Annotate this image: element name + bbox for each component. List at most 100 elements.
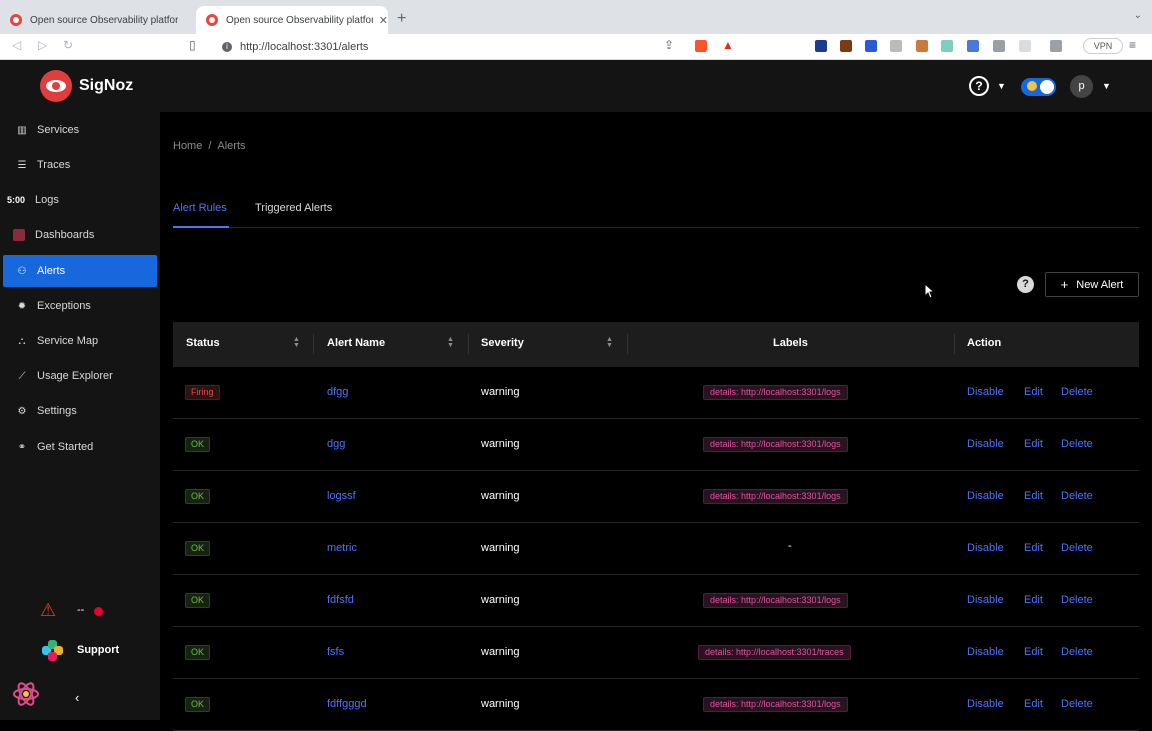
reload-icon[interactable]: ↻ — [63, 38, 73, 52]
edit-button[interactable]: Edit — [1024, 594, 1043, 606]
extension-icon[interactable] — [815, 40, 827, 52]
delete-button[interactable]: Delete — [1061, 490, 1093, 502]
brave-shield-icon[interactable] — [695, 40, 707, 52]
info-icon[interactable]: i — [222, 42, 232, 52]
sidebar-item-logs[interactable]: 5:00 Logs — [3, 184, 157, 216]
sort-icon[interactable]: ▲ ▼ — [447, 336, 454, 349]
sidebar-item-usage-explorer[interactable]: ⟋ Usage Explorer — [3, 360, 157, 392]
delete-button[interactable]: Delete — [1061, 542, 1093, 554]
extension-icon[interactable] — [865, 40, 877, 52]
severity-value: warning — [481, 490, 520, 502]
puzzle-icon[interactable] — [993, 40, 1005, 52]
rewards-icon[interactable]: ▲ — [722, 38, 734, 52]
menu-icon[interactable]: ≡ — [1129, 38, 1136, 52]
disable-button[interactable]: Disable — [967, 490, 1004, 502]
breadcrumb-separator: / — [208, 140, 212, 152]
address-bar[interactable]: i http://localhost:3301/alerts — [212, 36, 742, 58]
sidebar-item-settings[interactable]: ⚙ Settings — [3, 395, 157, 427]
chevron-down-icon[interactable]: ▼ — [1102, 81, 1111, 91]
slack-icon[interactable] — [42, 640, 64, 662]
sidebar-item-services[interactable]: ▥ Services — [3, 114, 157, 146]
help-icon[interactable]: ? — [1017, 276, 1034, 293]
extension-icon[interactable] — [840, 40, 852, 52]
sidebar-item-label: Dashboards — [35, 229, 95, 241]
line-chart-icon: ⟋ — [18, 370, 26, 382]
edit-button[interactable]: Edit — [1024, 438, 1043, 450]
sidebar-item-alerts[interactable]: ⚇ Alerts — [3, 255, 157, 287]
sidebar-item-exceptions[interactable]: ✹ Exceptions — [3, 290, 157, 322]
collapse-sidebar-icon[interactable]: ‹ — [75, 690, 79, 705]
alert-name-link[interactable]: fsfs — [327, 646, 344, 658]
disable-button[interactable]: Disable — [967, 386, 1004, 398]
clock-icon: 5:00 — [7, 195, 26, 205]
tab-alert-rules[interactable]: Alert Rules — [173, 202, 227, 214]
alert-name-link[interactable]: dgg — [327, 438, 345, 450]
tab-title: Open source Observability platform — [226, 14, 373, 26]
sidebar-item-traces[interactable]: ☰ Traces — [3, 149, 157, 181]
translate-icon[interactable] — [967, 40, 979, 52]
sidebar-icon[interactable] — [1019, 40, 1031, 52]
disable-button[interactable]: Disable — [967, 542, 1004, 554]
sort-icon[interactable]: ▲ ▼ — [293, 336, 300, 349]
column-header-severity[interactable]: Severity — [481, 337, 524, 349]
edit-button[interactable]: Edit — [1024, 542, 1043, 554]
delete-button[interactable]: Delete — [1061, 594, 1093, 606]
edit-button[interactable]: Edit — [1024, 698, 1043, 710]
column-header-status[interactable]: Status — [186, 337, 220, 349]
breadcrumb-home[interactable]: Home — [173, 140, 202, 152]
sidebar-item-label: Traces — [37, 159, 71, 171]
delete-button[interactable]: Delete — [1061, 438, 1093, 450]
disable-button[interactable]: Disable — [967, 438, 1004, 450]
active-tab-indicator — [173, 226, 229, 228]
extension-icon[interactable] — [890, 40, 902, 52]
new-tab-icon[interactable]: + — [397, 10, 406, 28]
share-icon[interactable]: ⇪ — [664, 38, 674, 52]
label-tag: details: http://localhost:3301/logs — [703, 489, 848, 504]
edit-button[interactable]: Edit — [1024, 490, 1043, 502]
severity-value: warning — [481, 698, 520, 710]
wallet-icon[interactable] — [1050, 40, 1062, 52]
extension-icon[interactable] — [916, 40, 928, 52]
browser-tab-1[interactable]: Open source Observability platform — [0, 6, 190, 34]
chevron-down-icon[interactable]: ▼ — [997, 81, 1006, 91]
sidebar-item-get-started[interactable]: ⚭ Get Started — [3, 431, 157, 463]
chevron-down-icon[interactable]: ⌄ — [1134, 10, 1142, 21]
bookmark-icon[interactable]: ▯ — [189, 38, 196, 52]
theme-toggle[interactable] — [1021, 78, 1056, 96]
forward-icon[interactable]: ▷ — [38, 38, 47, 52]
warning-icon[interactable]: ⚠ — [40, 600, 56, 621]
brand-name[interactable]: SigNoz — [79, 77, 133, 95]
vpn-button[interactable]: VPN — [1083, 38, 1123, 54]
disable-button[interactable]: Disable — [967, 594, 1004, 606]
alert-name-link[interactable]: metric — [327, 542, 357, 554]
disable-button[interactable]: Disable — [967, 646, 1004, 658]
column-divider — [627, 334, 628, 354]
delete-button[interactable]: Delete — [1061, 386, 1093, 398]
severity-value: warning — [481, 438, 520, 450]
avatar[interactable]: p — [1070, 75, 1093, 98]
sidebar-item-service-map[interactable]: ⛬ Service Map — [3, 325, 157, 357]
new-alert-button[interactable]: + New Alert — [1045, 272, 1139, 297]
browser-tab-2[interactable]: Open source Observability platform ✕ — [196, 6, 388, 34]
sort-icon[interactable]: ▲ ▼ — [606, 336, 613, 349]
back-icon[interactable]: ◁ — [12, 38, 21, 52]
disable-button[interactable]: Disable — [967, 698, 1004, 710]
react-devtools-icon[interactable] — [12, 680, 40, 708]
edit-button[interactable]: Edit — [1024, 646, 1043, 658]
extension-icon[interactable] — [941, 40, 953, 52]
alert-name-link[interactable]: fdfsfd — [327, 594, 354, 606]
edit-button[interactable]: Edit — [1024, 386, 1043, 398]
support-link[interactable]: Support — [77, 644, 119, 656]
sidebar-item-dashboards[interactable]: Dashboards — [3, 219, 157, 251]
tab-triggered-alerts[interactable]: Triggered Alerts — [255, 202, 332, 214]
column-header-name[interactable]: Alert Name — [327, 337, 385, 349]
signoz-logo-icon[interactable] — [40, 70, 72, 102]
delete-button[interactable]: Delete — [1061, 698, 1093, 710]
alert-name-link[interactable]: logssf — [327, 490, 356, 502]
help-icon[interactable]: ? — [969, 76, 989, 96]
app: SigNoz ? ▼ p ▼ ▥ Services ☰ Traces 5:00 … — [0, 60, 1152, 731]
alert-name-link[interactable]: dfgg — [327, 386, 348, 398]
close-tab-icon[interactable]: ✕ — [379, 14, 388, 27]
delete-button[interactable]: Delete — [1061, 646, 1093, 658]
alert-name-link[interactable]: fdffgggd — [327, 698, 367, 710]
